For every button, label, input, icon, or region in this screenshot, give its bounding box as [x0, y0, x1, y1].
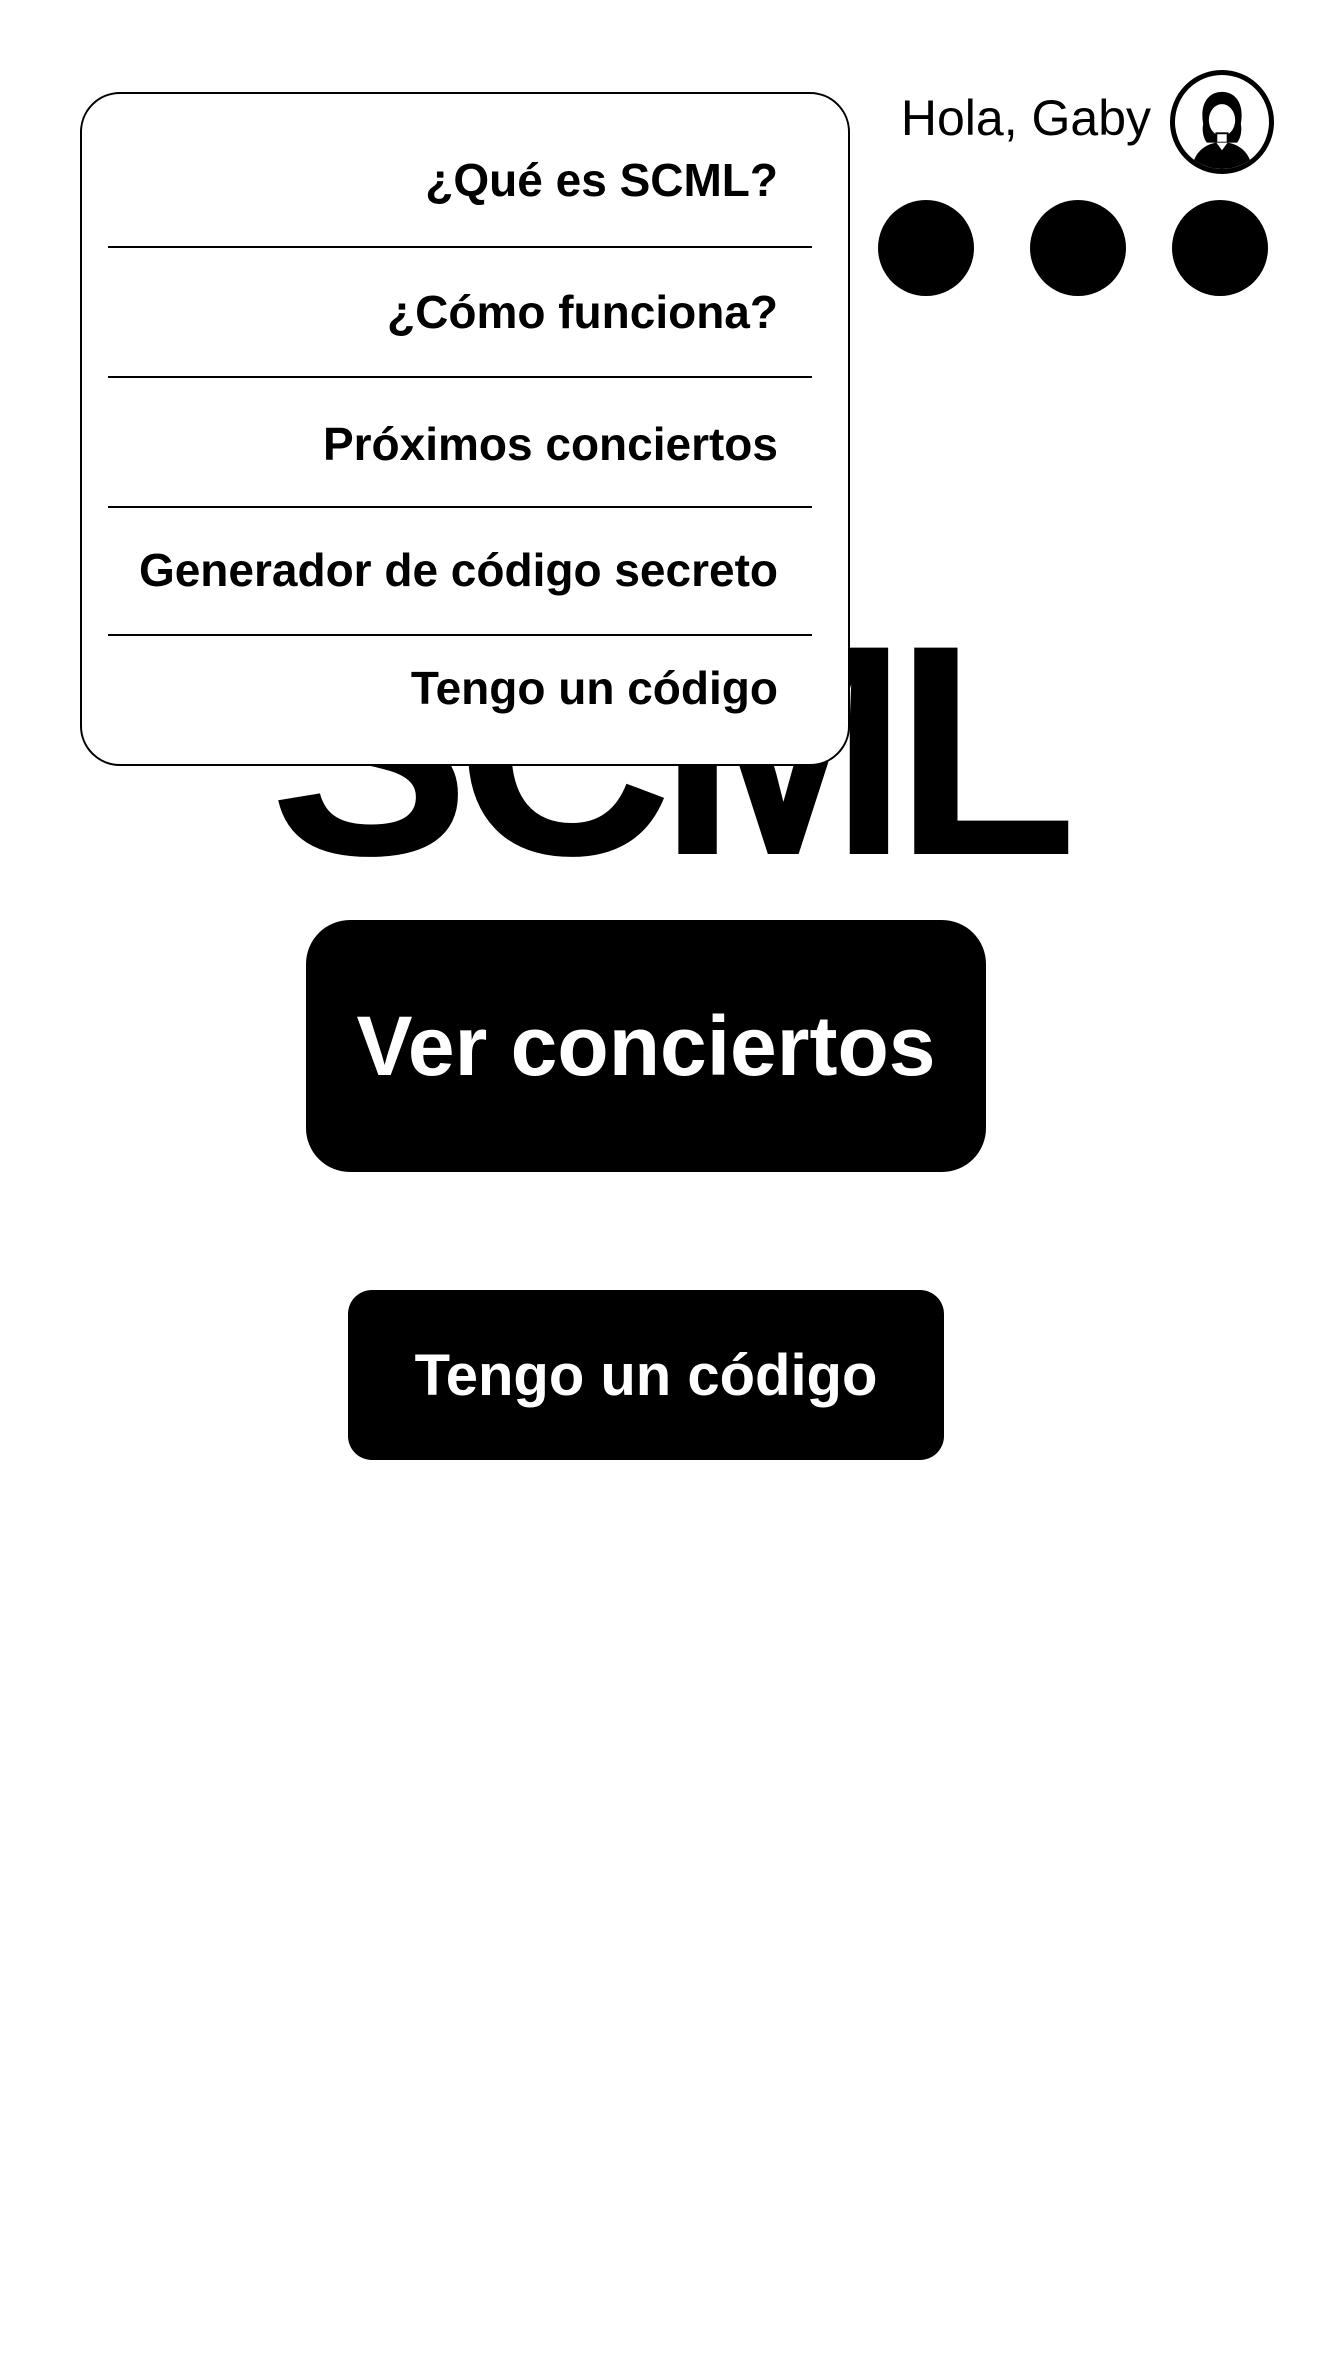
dropdown-menu: ¿Qué es SCML? ¿Cómo funciona? Próximos c… — [80, 92, 850, 766]
menu-item-have-code[interactable]: Tengo un código — [411, 660, 778, 716]
greeting-text: Hola, Gaby — [900, 90, 1151, 146]
avatar-silhouette — [1191, 91, 1253, 169]
menu-divider — [108, 506, 812, 508]
have-code-button[interactable]: Tengo un código — [348, 1290, 944, 1460]
view-concerts-button[interactable]: Ver conciertos — [306, 920, 986, 1172]
menu-item-what-is-scml[interactable]: ¿Qué es SCML? — [425, 152, 778, 208]
menu-dot — [1030, 200, 1126, 296]
menu-item-upcoming-concerts[interactable]: Próximos conciertos — [323, 416, 778, 472]
menu-dot — [878, 200, 974, 296]
menu-divider — [108, 376, 812, 378]
menu-divider — [108, 634, 812, 636]
user-avatar-icon[interactable] — [1170, 70, 1274, 174]
menu-divider — [108, 246, 812, 248]
menu-item-how-it-works[interactable]: ¿Cómo funciona? — [387, 284, 778, 340]
menu-dot — [1172, 200, 1268, 296]
menu-item-secret-code-generator[interactable]: Generador de código secreto — [139, 542, 778, 598]
